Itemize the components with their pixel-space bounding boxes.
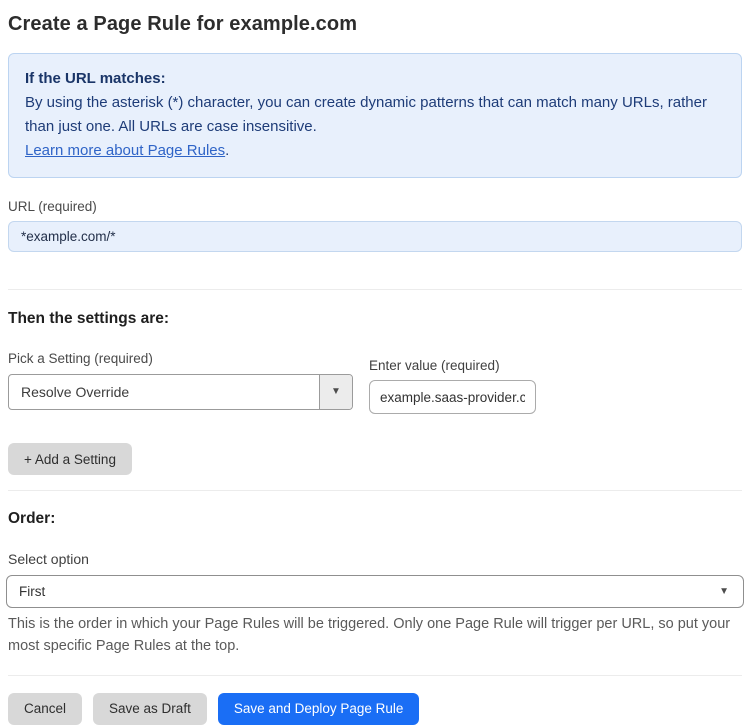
info-box-body: By using the asterisk (*) character, you…	[25, 94, 707, 135]
save-and-deploy-button[interactable]: Save and Deploy Page Rule	[217, 692, 420, 725]
section-divider	[8, 490, 742, 491]
setting-select-arrow-zone[interactable]: ▼	[319, 375, 352, 409]
url-input[interactable]	[8, 221, 742, 252]
setting-select[interactable]: Resolve Override ▼	[8, 374, 353, 410]
url-match-info-box: If the URL matches: By using the asteris…	[8, 53, 742, 178]
settings-row: Pick a Setting (required) Resolve Overri…	[8, 328, 742, 414]
section-divider	[8, 289, 742, 290]
link-period: .	[225, 142, 230, 159]
setting-select-column: Pick a Setting (required) Resolve Overri…	[8, 328, 353, 410]
info-box-heading: If the URL matches:	[25, 70, 166, 87]
chevron-down-icon: ▼	[331, 386, 341, 397]
order-select[interactable]: First ▼	[6, 575, 744, 608]
order-select-label: Select option	[8, 551, 89, 567]
setting-value-input[interactable]	[369, 380, 536, 414]
order-help-text: This is the order in which your Page Rul…	[8, 616, 731, 655]
info-box-link-line: Learn more about Page Rules.	[25, 139, 725, 163]
save-as-draft-button[interactable]: Save as Draft	[93, 692, 207, 725]
chevron-down-icon: ▼	[719, 585, 729, 597]
action-button-row: Cancel Save as Draft Save and Deploy Pag…	[8, 692, 742, 725]
value-field-label: Enter value (required)	[369, 358, 500, 373]
page-title: Create a Page Rule for example.com	[8, 13, 358, 35]
footer-divider	[8, 674, 742, 676]
url-field-label: URL (required)	[8, 199, 97, 214]
setting-select-value: Resolve Override	[21, 384, 130, 400]
add-setting-button[interactable]: + Add a Setting	[8, 443, 132, 475]
settings-section-heading: Then the settings are:	[8, 310, 170, 327]
learn-more-link[interactable]: Learn more about Page Rules	[25, 142, 225, 159]
setting-value-column: Enter value (required)	[369, 335, 536, 414]
setting-select-label: Pick a Setting (required)	[8, 351, 153, 366]
order-section-heading: Order:	[8, 510, 56, 527]
cancel-button[interactable]: Cancel	[8, 692, 83, 725]
order-select-value: First	[19, 584, 46, 599]
